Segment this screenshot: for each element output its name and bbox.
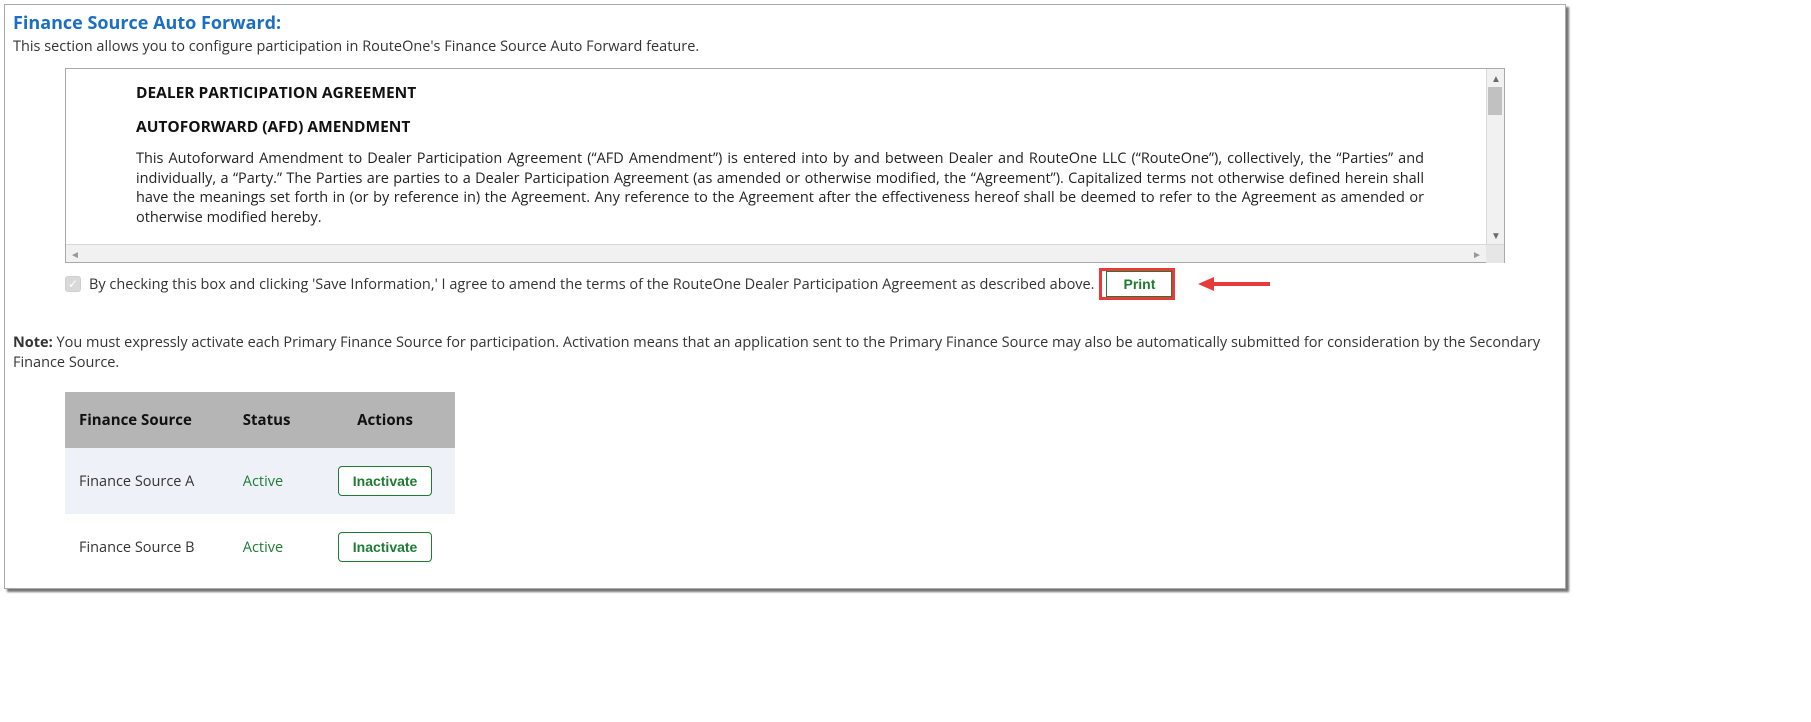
callout-arrow-icon bbox=[1198, 274, 1270, 294]
agreement-frame: DEALER PARTICIPATION AGREEMENT AUTOFORWA… bbox=[65, 68, 1505, 263]
vertical-scrollbar[interactable]: ▲ ▼ bbox=[1486, 69, 1504, 244]
inactivate-button[interactable]: Inactivate bbox=[338, 532, 433, 562]
col-header-source: Finance Source bbox=[65, 392, 229, 448]
table-row: Finance Source A Active Inactivate bbox=[65, 448, 455, 514]
finance-source-table: Finance Source Status Actions Finance So… bbox=[65, 392, 455, 580]
consent-label: By checking this box and clicking 'Save … bbox=[89, 275, 1094, 294]
agreement-scrollpane[interactable]: DEALER PARTICIPATION AGREEMENT AUTOFORWA… bbox=[66, 69, 1504, 244]
print-button[interactable]: Print bbox=[1106, 271, 1172, 297]
agreement-heading-2: AUTOFORWARD (AFD) AMENDMENT bbox=[136, 115, 1424, 137]
consent-checkbox[interactable] bbox=[65, 276, 81, 292]
cell-status: Active bbox=[229, 514, 315, 580]
inactivate-button[interactable]: Inactivate bbox=[338, 466, 433, 496]
table-row: Finance Source B Active Inactivate bbox=[65, 514, 455, 580]
cell-source-name: Finance Source B bbox=[65, 514, 229, 580]
auto-forward-panel: Finance Source Auto Forward: This sectio… bbox=[4, 4, 1566, 589]
note-text: Note: You must expressly activate each P… bbox=[5, 297, 1565, 384]
scroll-up-arrow-icon[interactable]: ▲ bbox=[1487, 69, 1505, 87]
note-body: You must expressly activate each Primary… bbox=[13, 333, 1540, 372]
table-header-row: Finance Source Status Actions bbox=[65, 392, 455, 448]
scroll-left-arrow-icon[interactable]: ◄ bbox=[66, 245, 84, 263]
section-title: Finance Source Auto Forward: bbox=[5, 5, 1565, 35]
cell-status: Active bbox=[229, 448, 315, 514]
print-button-highlight: Print bbox=[1102, 271, 1172, 297]
scroll-right-arrow-icon[interactable]: ► bbox=[1468, 245, 1486, 263]
consent-row: By checking this box and clicking 'Save … bbox=[65, 271, 1505, 297]
col-header-status: Status bbox=[229, 392, 315, 448]
agreement-heading-1: DEALER PARTICIPATION AGREEMENT bbox=[136, 81, 1424, 103]
cell-source-name: Finance Source A bbox=[65, 448, 229, 514]
note-prefix: Note: bbox=[13, 333, 53, 352]
agreement-body-text: This Autoforward Amendment to Dealer Par… bbox=[136, 149, 1424, 227]
vertical-scroll-thumb[interactable] bbox=[1488, 87, 1502, 115]
horizontal-scrollbar[interactable]: ◄ ► bbox=[66, 244, 1504, 262]
scroll-down-arrow-icon[interactable]: ▼ bbox=[1487, 226, 1505, 244]
col-header-actions: Actions bbox=[315, 392, 455, 448]
scroll-corner bbox=[1486, 245, 1504, 263]
section-description: This section allows you to configure par… bbox=[5, 35, 1565, 68]
